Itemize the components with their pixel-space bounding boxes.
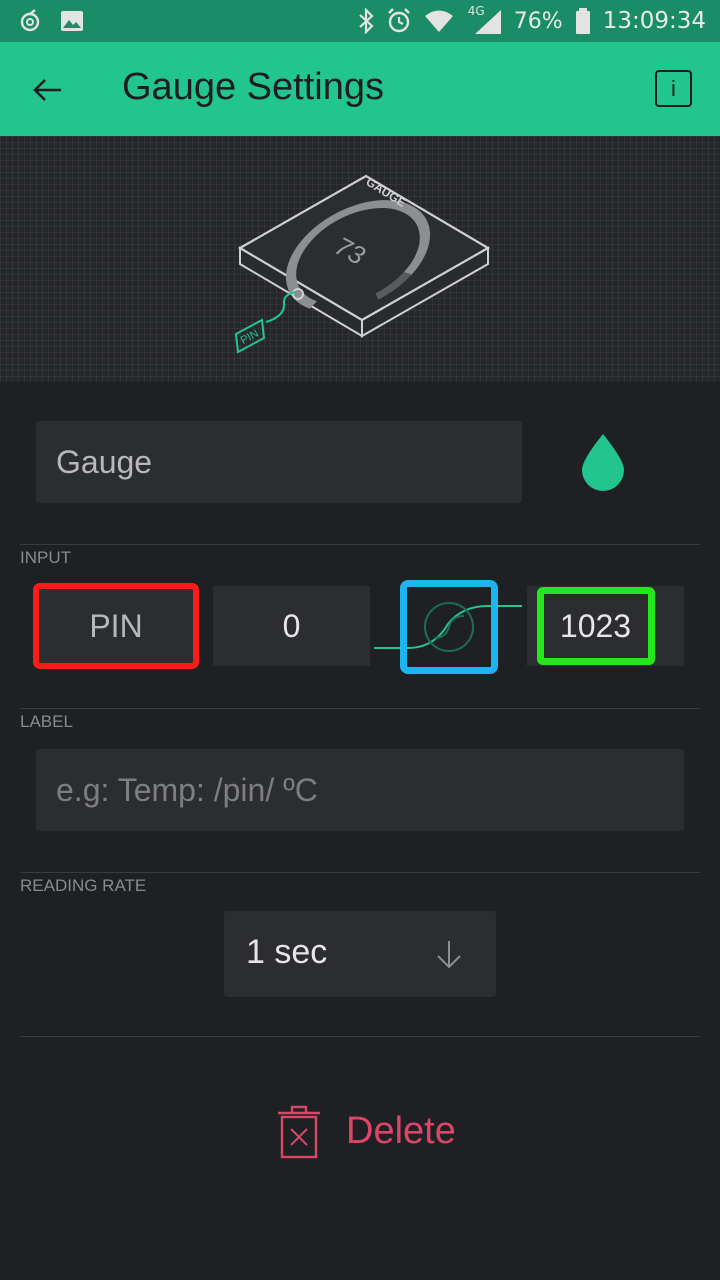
wifi-icon bbox=[424, 10, 453, 32]
curve-mapping-icon bbox=[424, 602, 474, 652]
reading-rate-dropdown[interactable]: 1 sec bbox=[224, 911, 496, 997]
min-value-input[interactable]: 0 bbox=[213, 586, 370, 666]
delete-widget-button[interactable]: Delete bbox=[272, 1100, 472, 1162]
data-mapping-button[interactable] bbox=[400, 580, 498, 674]
info-button[interactable]: i bbox=[655, 70, 692, 107]
pin-select-button[interactable]: PIN bbox=[33, 583, 199, 669]
input-section-label: INPUT bbox=[20, 548, 71, 567]
gauge-widget-illustration: 73 GAUGE PIN bbox=[234, 175, 491, 354]
arrow-down-icon bbox=[437, 941, 461, 969]
cell-signal-icon bbox=[474, 10, 501, 34]
divider bbox=[20, 708, 700, 709]
notification-app-icon bbox=[20, 9, 40, 32]
label-input[interactable]: e.g: Temp: /pin/ ºC bbox=[36, 749, 684, 831]
bluetooth-icon bbox=[359, 8, 374, 34]
reading-rate-section-label: READING RATE bbox=[20, 876, 147, 895]
widget-name-input[interactable]: Gauge bbox=[36, 421, 522, 503]
page-title: Gauge Settings bbox=[122, 66, 384, 108]
max-value-text: 1023 bbox=[536, 587, 655, 665]
alarm-icon bbox=[387, 8, 410, 33]
back-button[interactable] bbox=[26, 68, 70, 112]
widget-preview: 73 GAUGE PIN bbox=[0, 136, 720, 382]
status-bar: 4G 76% 13:09:34 bbox=[0, 0, 720, 42]
color-picker-drop-icon[interactable] bbox=[578, 432, 628, 492]
divider bbox=[20, 872, 700, 873]
reading-rate-value: 1 sec bbox=[246, 933, 328, 971]
trash-icon bbox=[278, 1105, 320, 1159]
battery-icon bbox=[575, 8, 590, 34]
divider bbox=[20, 1036, 700, 1037]
clock: 13:09:34 bbox=[602, 8, 706, 34]
battery-percent: 76% bbox=[513, 8, 563, 34]
app-bar: Gauge Settings i bbox=[0, 42, 720, 136]
max-value-input[interactable]: 1023 bbox=[527, 586, 684, 666]
image-notification-icon bbox=[61, 11, 83, 31]
delete-label: Delete bbox=[346, 1109, 456, 1152]
divider bbox=[20, 544, 700, 545]
label-section-label: LABEL bbox=[20, 712, 73, 731]
info-icon: i bbox=[671, 75, 676, 101]
arrow-back-icon bbox=[33, 79, 61, 101]
